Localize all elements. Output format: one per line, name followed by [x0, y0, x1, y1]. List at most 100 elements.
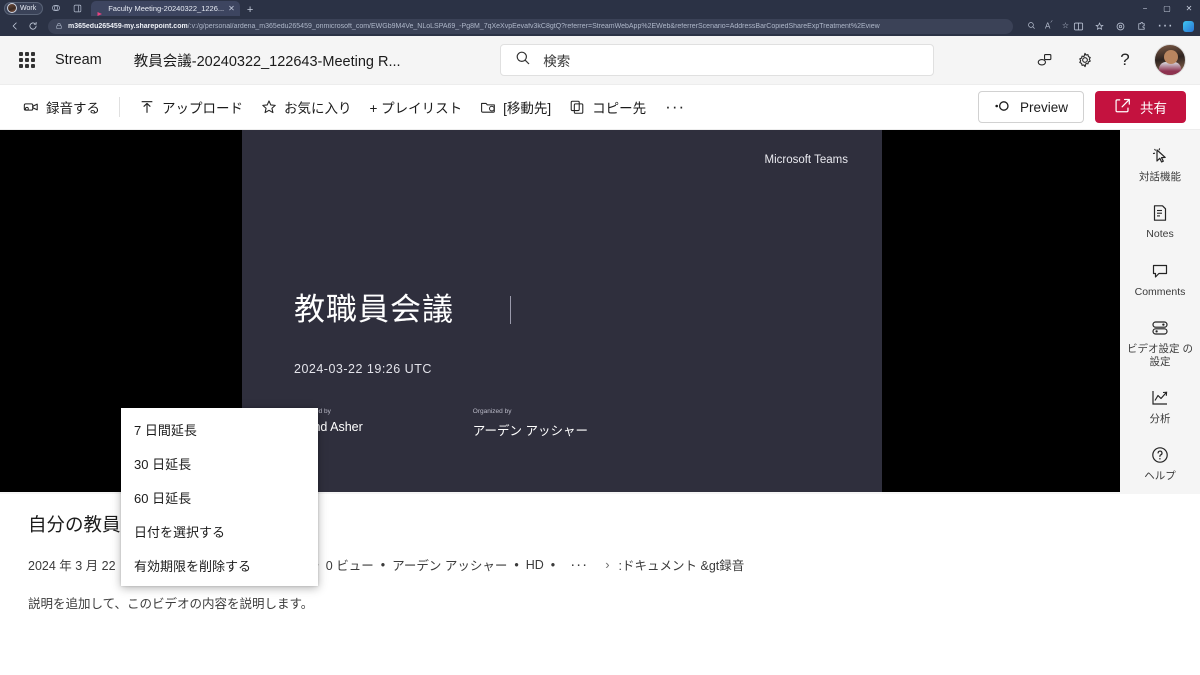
browser-address-toolbar: m365edu265459-my.sharepoint.com/:v:/g/pe…: [0, 16, 1200, 36]
breadcrumb[interactable]: :ドキュメント &gt録音: [619, 555, 745, 574]
cursor-click-icon: [1149, 145, 1171, 167]
metadata-separator-2: •: [380, 557, 386, 572]
extensions-puzzle-icon[interactable]: [1136, 21, 1147, 32]
copy-to-button[interactable]: コピー先: [560, 91, 655, 123]
settings-gear-icon[interactable]: [1074, 49, 1096, 71]
copy-to-button-label: コピー先: [592, 101, 647, 116]
search-container: 検索: [401, 44, 1034, 76]
zoom-icon[interactable]: [1027, 21, 1036, 32]
document-title: 教員会議-20240322_122643-Meeting R...: [133, 53, 401, 70]
upload-button-label: アップロード: [162, 101, 243, 116]
menu-item-extend-30-days[interactable]: 30 日延長: [121, 446, 318, 480]
rail-item-notes[interactable]: Notes: [1124, 199, 1196, 243]
record-button[interactable]: 録音する: [14, 91, 109, 123]
window-minimize-button[interactable]: −: [1134, 0, 1156, 16]
slide-text-caret: [510, 296, 511, 324]
window-controls: − ▢ ✕: [1134, 0, 1200, 16]
metadata-separator-3: •: [514, 557, 519, 572]
menu-item-remove-expiry[interactable]: 有効期限を削除する: [121, 548, 318, 582]
analytics-chart-icon: [1149, 387, 1171, 409]
tab-actions-icon[interactable]: [69, 2, 85, 15]
new-tab-icon[interactable]: +: [247, 5, 253, 16]
preview-toggle-label: Preview: [1019, 99, 1068, 115]
slide-meeting-title: 教職員会議: [294, 292, 454, 327]
command-bar: 録音する アップロード お気に入り + プレイリスト [移動先] コピー先 ··…: [0, 84, 1200, 130]
commandbar-overflow-button[interactable]: ···: [655, 97, 695, 117]
record-camera-icon: [23, 99, 39, 115]
lock-icon: [55, 19, 63, 34]
stream-favicon-icon: [96, 5, 104, 16]
profile-avatar-icon: [7, 3, 17, 13]
playlist-button-label: + プレイリスト: [369, 101, 463, 116]
rail-item-notes-label: Notes: [1146, 228, 1174, 241]
address-bar-domain: m365edu265459-my.sharepoint.com: [68, 22, 188, 30]
slide-meeting-datetime: 2024-03-22 19:26 UTC: [294, 362, 432, 376]
upload-arrow-icon: [139, 99, 155, 115]
profile-label: Work: [20, 4, 37, 12]
video-slide-frame: Microsoft Teams 教職員会議 2024-03-22 19:26 U…: [242, 130, 882, 492]
metadata-overflow-button[interactable]: ···: [570, 556, 588, 573]
menu-item-extend-60-days[interactable]: 60 日延長: [121, 480, 318, 514]
address-bar[interactable]: m365edu265459-my.sharepoint.com/:v:/g/pe…: [48, 18, 1013, 34]
window-close-button[interactable]: ✕: [1178, 0, 1200, 16]
account-avatar[interactable]: [1154, 44, 1186, 76]
expiry-context-menu: 7 日間延長 30 日延長 60 日延長 日付を選択する 有効期限を削除する: [121, 408, 318, 586]
record-button-label: 録音する: [46, 101, 100, 116]
chevron-right-icon[interactable]: ›: [605, 557, 609, 572]
favorite-button[interactable]: お気に入り: [252, 91, 361, 123]
back-arrow-icon[interactable]: [6, 18, 24, 34]
notes-document-icon: [1149, 202, 1171, 224]
search-icon: [515, 50, 531, 71]
browser-tab-title: Faculty Meeting-20240322_1226...: [108, 4, 225, 13]
window-maximize-button[interactable]: ▢: [1156, 0, 1178, 16]
help-question-icon[interactable]: ?: [1114, 49, 1136, 71]
browser-tab-active[interactable]: Faculty Meeting-20240322_1226... ✕: [91, 1, 240, 16]
reload-icon[interactable]: [24, 18, 42, 34]
browser-tabstrip: Faculty Meeting-20240322_1226... ✕ +: [91, 0, 253, 16]
share-button[interactable]: 共有: [1095, 91, 1186, 123]
read-aloud-icon[interactable]: Aᐟ: [1045, 21, 1053, 31]
slide-attribution: Recorded by Arend Asher Organized by アーデ…: [294, 408, 588, 439]
rail-item-interactivity[interactable]: 対話機能: [1124, 142, 1196, 186]
help-circle-icon: [1149, 444, 1171, 466]
search-input[interactable]: 検索: [500, 44, 935, 76]
rail-item-analytics[interactable]: 分析: [1124, 384, 1196, 428]
collections-icon[interactable]: [1094, 21, 1105, 32]
copy-icon: [569, 99, 585, 115]
rail-item-video-settings[interactable]: ビデオ設定 の設定: [1124, 314, 1196, 371]
view-count: 0 ビュー: [325, 559, 374, 573]
teams-watermark-label: Microsoft Teams: [764, 154, 848, 166]
split-screen-icon[interactable]: [1073, 21, 1084, 32]
rail-item-video-settings-label: ビデオ設定 の設定: [1127, 343, 1193, 368]
app-brand-name[interactable]: Stream: [55, 52, 102, 68]
browser-profile-pill[interactable]: Work: [4, 1, 44, 15]
video-quality-badge: HD: [525, 557, 544, 572]
menu-item-extend-7-days[interactable]: 7 日間延長: [121, 412, 318, 446]
app-launcher-waffle-icon[interactable]: [12, 45, 42, 75]
tab-close-icon[interactable]: ✕: [228, 4, 235, 13]
video-description-placeholder[interactable]: 説明を追加して、このビデオの内容を説明します。: [28, 593, 1176, 612]
upload-button[interactable]: アップロード: [130, 91, 252, 123]
copilot-icon[interactable]: [1183, 20, 1194, 32]
playlist-button[interactable]: + プレイリスト: [361, 91, 472, 123]
video-date: 2024 年 3 月 22 日: [28, 559, 132, 573]
app-header: Stream 教員会議-20240322_122643-Meeting R...…: [0, 36, 1200, 84]
feedback-icon[interactable]: [1034, 49, 1056, 71]
rail-item-comments[interactable]: Comments: [1124, 257, 1196, 301]
right-rail: 対話機能 Notes Comments ビデオ設定 の設定 分析 ヘルプ: [1120, 130, 1200, 492]
slide-organized-by: Organized by アーデン アッシャー: [473, 408, 588, 439]
favorite-star-icon[interactable]: ☆: [1062, 22, 1069, 30]
move-folder-icon: [480, 99, 496, 115]
rail-item-interactivity-label: 対話機能: [1139, 171, 1181, 183]
browser-more-icon[interactable]: ···: [1157, 17, 1173, 35]
rail-item-analytics-label: 分析: [1149, 412, 1171, 425]
browser-essentials-icon[interactable]: [1115, 21, 1126, 32]
favorite-button-label: お気に入り: [284, 101, 352, 116]
menu-item-pick-date[interactable]: 日付を選択する: [121, 514, 318, 548]
workspaces-icon[interactable]: [48, 2, 64, 15]
header-action-icons: ?: [1034, 44, 1188, 76]
move-to-button[interactable]: [移動先]: [471, 91, 560, 123]
rail-item-help[interactable]: ヘルプ: [1124, 441, 1196, 485]
preview-toggle-button[interactable]: Preview: [977, 91, 1084, 123]
rail-item-help-label: ヘルプ: [1144, 470, 1176, 483]
